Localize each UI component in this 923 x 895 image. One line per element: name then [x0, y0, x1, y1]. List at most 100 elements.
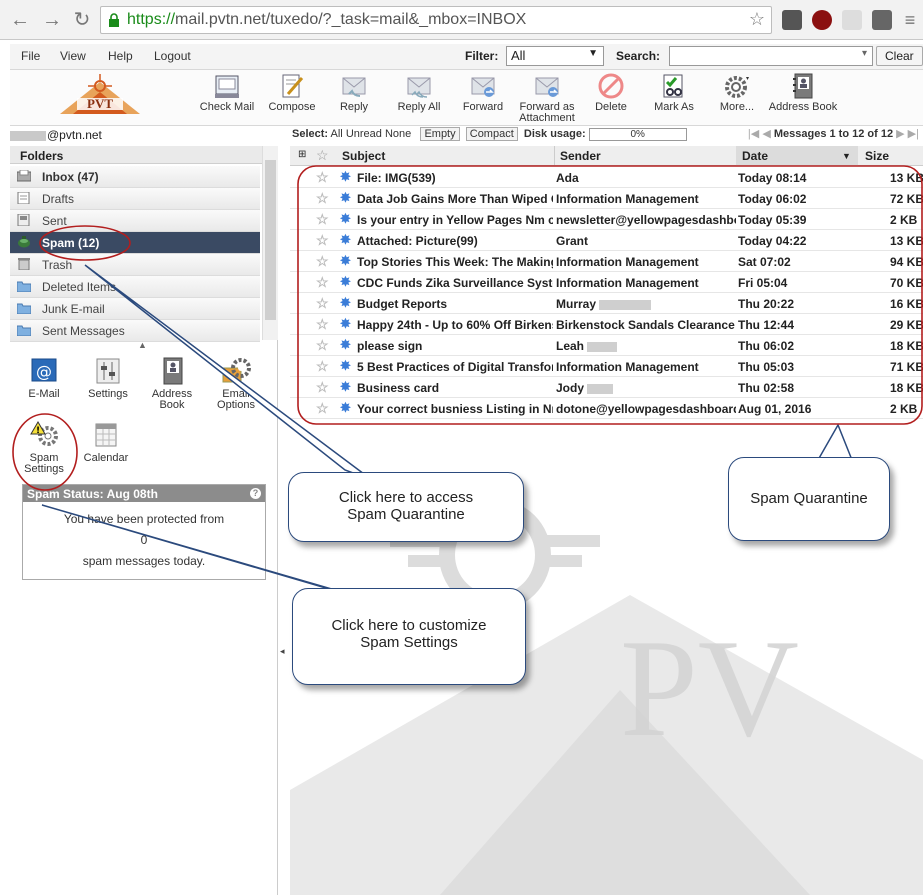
check-mail-button[interactable]: Check Mail — [192, 72, 262, 113]
folders-scrollbar[interactable] — [262, 146, 278, 340]
flag-star-icon[interactable]: ☆ — [316, 379, 329, 396]
scrollbar-thumb[interactable] — [265, 160, 276, 320]
unread-status-icon[interactable]: ✸ — [340, 274, 351, 290]
folder-trash[interactable]: Trash — [10, 254, 260, 276]
message-row[interactable]: ☆ ✸ 5 Best Practices of Digital Transforma… — [290, 356, 923, 377]
message-row[interactable]: ☆ ✸ Your correct busniess Listing in Nm dot… — [290, 398, 923, 419]
subject-column-header[interactable]: Subject — [342, 149, 385, 163]
extension-dots-icon[interactable] — [782, 10, 802, 30]
compose-button[interactable]: Compose — [257, 72, 327, 113]
size-column-header[interactable]: Size — [865, 149, 889, 163]
bookmark-star-icon[interactable]: ☆ — [749, 9, 765, 30]
unread-status-icon[interactable]: ✸ — [340, 211, 351, 227]
last-page-icon[interactable]: ▶| — [908, 128, 919, 140]
message-sender: newsletter@yellowpagesdashboard — [556, 213, 736, 227]
unread-status-icon[interactable]: ✸ — [340, 358, 351, 374]
thread-toggle-icon[interactable]: ⊞ — [298, 149, 306, 160]
flag-star-icon[interactable]: ☆ — [316, 253, 329, 270]
select-all-link[interactable]: All — [331, 128, 343, 140]
email-options-app-button[interactable]: Email Options — [206, 356, 266, 411]
message-row[interactable]: ☆ ✸ please sign Leah Thu 06:02 18 KB — [290, 335, 923, 356]
message-row[interactable]: ☆ ✸ Is your entry in Yellow Pages Nm corre… — [290, 209, 923, 230]
message-row[interactable]: ☆ ✸ Budget Reports Murray Thu 20:22 16 KB — [290, 293, 923, 314]
delete-button[interactable]: Delete — [576, 72, 646, 113]
mark-as-button[interactable]: Mark As — [639, 72, 709, 113]
select-unread-link[interactable]: Unread — [346, 128, 382, 140]
email-app-button[interactable]: @ E-Mail — [14, 356, 74, 400]
filter-select[interactable]: All ▼ — [506, 46, 604, 66]
extension-cloud-icon[interactable] — [842, 10, 862, 30]
settings-app-button[interactable]: Settings — [78, 356, 138, 400]
unread-status-icon[interactable]: ✸ — [340, 253, 351, 269]
clear-button[interactable]: Clear — [876, 46, 923, 66]
flag-star-icon[interactable]: ☆ — [316, 190, 329, 207]
more-button[interactable]: More... — [702, 72, 772, 113]
flag-star-icon[interactable]: ☆ — [316, 295, 329, 312]
flag-star-icon[interactable]: ☆ — [316, 211, 329, 228]
first-page-icon[interactable]: |◀ — [748, 128, 759, 140]
unread-status-icon[interactable]: ✸ — [340, 232, 351, 248]
forward-button[interactable]: Forward — [448, 72, 518, 113]
flag-star-icon[interactable]: ☆ — [316, 274, 329, 291]
calendar-app-button[interactable]: Calendar — [76, 420, 136, 464]
help-icon[interactable]: ? — [250, 488, 261, 499]
reply-all-button[interactable]: Reply All — [384, 72, 454, 113]
menu-logout[interactable]: Logout — [154, 49, 191, 63]
unread-status-icon[interactable]: ✸ — [340, 400, 351, 416]
forward-as-attachment-button[interactable]: Forward as Attachment — [512, 72, 582, 124]
next-page-icon[interactable]: ▶ — [896, 128, 904, 140]
extension-shield-icon[interactable] — [872, 10, 892, 30]
splitter-handle-icon[interactable]: ◂ — [280, 646, 285, 657]
folder-sent-messages[interactable]: Sent Messages — [10, 320, 260, 342]
compact-button[interactable]: Compact — [465, 127, 518, 141]
message-row[interactable]: ☆ ✸ Business card Jody Thu 02:58 18 KB — [290, 377, 923, 398]
message-row[interactable]: ☆ ✸ CDC Funds Zika Surveillance System Info… — [290, 272, 923, 293]
spam-settings-app-button[interactable]: ! Spam Settings — [14, 420, 74, 475]
message-row[interactable]: ☆ ✸ Attached: Picture(99) Grant Today 04:22 1… — [290, 230, 923, 251]
menu-view[interactable]: View — [60, 49, 86, 63]
select-none-link[interactable]: None — [385, 128, 411, 140]
address-book-button[interactable]: Address Book — [768, 72, 838, 113]
flag-star-icon[interactable]: ☆ — [316, 316, 329, 333]
message-row[interactable]: ☆ ✸ Data Job Gains More Than Wiped Out Info… — [290, 188, 923, 209]
forward-icon[interactable]: → — [40, 8, 64, 32]
sent-icon — [17, 214, 30, 226]
sender-column-header[interactable]: Sender — [560, 149, 601, 163]
search-input[interactable]: ▾ — [669, 46, 873, 66]
chrome-menu-icon[interactable]: ≡ — [898, 8, 922, 32]
flag-star-icon[interactable]: ☆ — [316, 337, 329, 354]
reload-icon[interactable]: ↻ — [70, 8, 94, 32]
message-row[interactable]: ☆ ✸ Top Stories This Week: The Making Infor… — [290, 251, 923, 272]
reply-button[interactable]: Reply — [319, 72, 389, 113]
empty-button[interactable]: Empty — [420, 127, 460, 141]
folder-junk-email[interactable]: Junk E-mail — [10, 298, 260, 320]
unread-status-icon[interactable]: ✸ — [340, 190, 351, 206]
menu-help[interactable]: Help — [108, 49, 133, 63]
folder-inbox[interactable]: Inbox (47) — [10, 166, 260, 188]
ublock-icon[interactable] — [812, 10, 832, 30]
unread-status-icon[interactable]: ✸ — [340, 337, 351, 353]
message-row[interactable]: ☆ ✸ Happy 24th - Up to 60% Off Birkenstock… — [290, 314, 923, 335]
message-row[interactable]: ☆ ✸ File: IMG(539) Ada Today 08:14 13 KB — [290, 167, 923, 188]
folder-drafts[interactable]: Drafts — [10, 188, 260, 210]
folder-deleted-items[interactable]: Deleted Items — [10, 276, 260, 298]
unread-status-icon[interactable]: ✸ — [340, 295, 351, 311]
folder-sent[interactable]: Sent — [10, 210, 260, 232]
flag-column-star-icon[interactable]: ☆ — [316, 147, 329, 164]
unread-status-icon[interactable]: ✸ — [340, 379, 351, 395]
menu-file[interactable]: File — [21, 49, 40, 63]
folder-icon — [17, 303, 31, 314]
flag-star-icon[interactable]: ☆ — [316, 232, 329, 249]
unread-status-icon[interactable]: ✸ — [340, 169, 351, 185]
address-book-app-button[interactable]: Address Book — [142, 356, 202, 411]
delete-label: Delete — [595, 101, 627, 113]
prev-page-icon[interactable]: ◀ — [762, 128, 770, 140]
date-column-header[interactable]: Date — [742, 149, 768, 163]
flag-star-icon[interactable]: ☆ — [316, 358, 329, 375]
unread-status-icon[interactable]: ✸ — [340, 316, 351, 332]
back-icon[interactable]: ← — [8, 8, 32, 32]
address-bar[interactable]: https://mail.pvtn.net/tuxedo/?_task=mail… — [100, 6, 772, 34]
flag-star-icon[interactable]: ☆ — [316, 169, 329, 186]
folder-spam[interactable]: Spam (12) — [10, 232, 260, 254]
flag-star-icon[interactable]: ☆ — [316, 400, 329, 417]
